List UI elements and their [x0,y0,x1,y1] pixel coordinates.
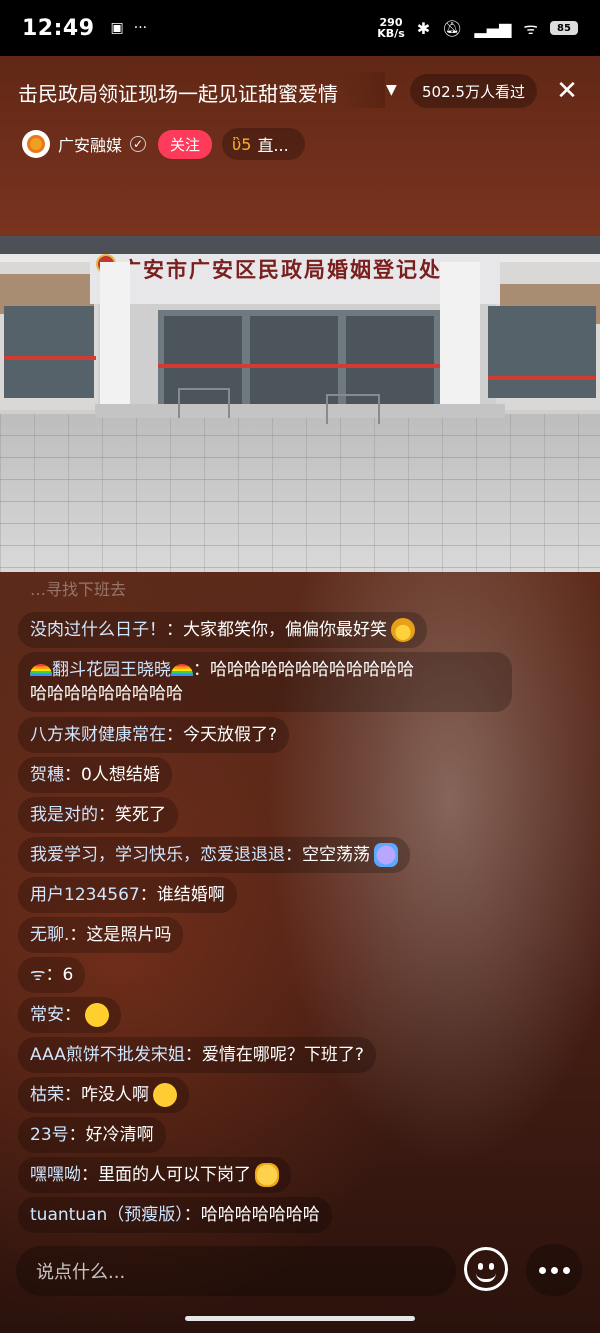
mute-icon: 🔕︎ [442,18,463,38]
comment-text: 谁结婚啊 [156,885,225,905]
comment-text: 今天放假了? [183,725,278,745]
more-options-button[interactable] [526,1244,582,1296]
signal-icon: ▂▄▆ [474,18,512,38]
rainbow-icon [30,664,52,676]
comment-item[interactable]: 我是对的：笑死了 [18,797,178,833]
comment-item[interactable]: 枯荣：咋没人啊 [18,1077,189,1113]
live-tag-button[interactable]: ὒ5︎ 直... [222,128,305,160]
net-speed: 290 KB/s [377,16,405,40]
comment-text: 咋没人啊 [81,1085,149,1105]
comment-item[interactable]: 没肉过什么日子！：大家都笑你，偏偏你最好笑 [18,612,427,648]
chevron-down-icon[interactable]: ▼ [386,82,397,98]
comment-username: ᯤ [30,965,46,985]
flame-icon: ὒ5︎ [232,134,252,154]
wifi-icon: ᯤ [523,19,538,38]
comment-username: 常安 [30,1005,64,1025]
comment-text: 笑死了 [115,805,166,825]
comment-username: 嘿嘿呦 [30,1165,81,1185]
emoji-button[interactable] [464,1247,508,1291]
comment-username: 八方来财健康常在 [30,725,166,745]
bluetooth-icon: ✱ [416,18,431,38]
live-header: 击民政局领证现场一起见证甜蜜爱情 ▼ 502.5万人看过 ✕ 广安融媒 ✓ 关注… [0,56,600,176]
status-time: 12:49 [22,15,95,41]
comment-item[interactable]: ᯤ：6 [18,957,86,993]
live-title[interactable]: 击民政局领证现场一起见证甜蜜爱情 [18,78,380,107]
follow-button[interactable]: 关注 [158,129,213,159]
viewer-count[interactable]: 502.5万人看过 [410,74,537,108]
comment-text: 6 [62,965,74,985]
comment-item[interactable]: AAA煎饼不批发宋姐：爱情在哪呢？下班了? [18,1037,376,1073]
comment-item[interactable]: 翻斗花园王晓晓 ：哈哈哈哈哈哈哈哈哈哈哈哈 哈哈哈哈哈哈哈哈哈 [18,652,512,712]
comment-text: 哈哈哈哈哈哈哈哈哈 [30,684,183,704]
comment-username: 用户1234567 [30,885,140,905]
comment-text: 里面的人可以下岗了 [98,1165,251,1185]
comment-username: 我是对的 [30,805,98,825]
comment-text: 哈哈哈哈哈哈哈哈哈哈哈哈 [210,660,414,680]
sad-icon [153,1083,177,1107]
comment-username: 没肉过什么日子！ [30,620,166,640]
comment-username: 枯荣 [30,1085,64,1105]
verified-icon: ✓ [130,136,147,152]
home-indicator[interactable] [185,1316,415,1321]
rainbow-icon [171,664,193,676]
comment-text: 爱情在哪呢？下班了? [201,1045,364,1065]
comment-text: 哈哈哈哈哈哈哈 [200,1205,320,1225]
comment-item[interactable]: 我爱学习，学习快乐，恋爱退退退：空空荡荡 [18,837,410,873]
comment-username: 翻斗花园王晓晓 [52,660,171,680]
more-dots-icon: ··· [133,20,148,36]
comment-text: 这是照片吗 [86,925,172,945]
status-bar: 12:49 ▣ ··· 290 KB/s ✱ 🔕︎ ▂▄▆ ᯤ 85 [0,0,600,56]
medal-icon [391,618,415,642]
building-sign: 广安市广安区民政局婚姻登记处 [120,257,442,282]
battery-icon: 85 [550,21,578,35]
comment-text: 空空荡荡 [302,845,370,865]
comment-item[interactable]: 嘿嘿呦：里面的人可以下岗了 [18,1157,291,1193]
comment-item[interactable]: 23号：好冷清啊 [18,1117,166,1153]
comment-item[interactable]: 无聊.：这是照片吗 [18,917,184,953]
comment-item[interactable]: tuantuan（预瘦版）：哈哈哈哈哈哈哈 [18,1197,332,1233]
comment-text: 0人想结婚 [81,765,160,785]
comment-username: 23号 [30,1125,69,1145]
comment-username: AAA煎饼不批发宋姐 [30,1045,185,1065]
comment-item[interactable]: 用户1234567：谁结婚啊 [18,877,237,913]
comment-username: 贺穗 [30,765,64,785]
comment-username: 我爱学习，学习快乐，恋爱退退退 [30,845,285,865]
faded-comment: …寻找下班去 [30,580,127,599]
anchor-name[interactable]: 广安融媒 [58,132,122,156]
comment-item[interactable]: 贺穗：0人想结婚 [18,757,172,793]
video-frame[interactable]: 广安市广安区民政局婚姻登记处 [0,236,600,572]
comment-text: 大家都笑你，偏偏你最好笑 [183,620,387,640]
live-stream-screen: 12:49 ▣ ··· 290 KB/s ✱ 🔕︎ ▂▄▆ ᯤ 85 击民政局领… [0,0,600,1333]
notification-icon: ▣ [110,20,124,36]
comment-text: 好冷清啊 [85,1125,154,1145]
comment-username: 无聊. [30,925,70,945]
avatar[interactable] [22,130,50,158]
anchor-info[interactable]: 广安融媒 ✓ 关注 [22,128,213,160]
comment-item[interactable]: 常安： [18,997,121,1033]
close-icon[interactable]: ✕ [552,76,582,106]
comment-item[interactable]: 八方来财健康常在：今天放假了? [18,717,290,753]
dog-icon [374,843,398,867]
laugh-icon [85,1003,109,1027]
comment-input[interactable]: 说点什么... [16,1246,456,1296]
clap-icon [255,1163,279,1187]
comment-username: tuantuan（预瘦版） [30,1205,184,1225]
